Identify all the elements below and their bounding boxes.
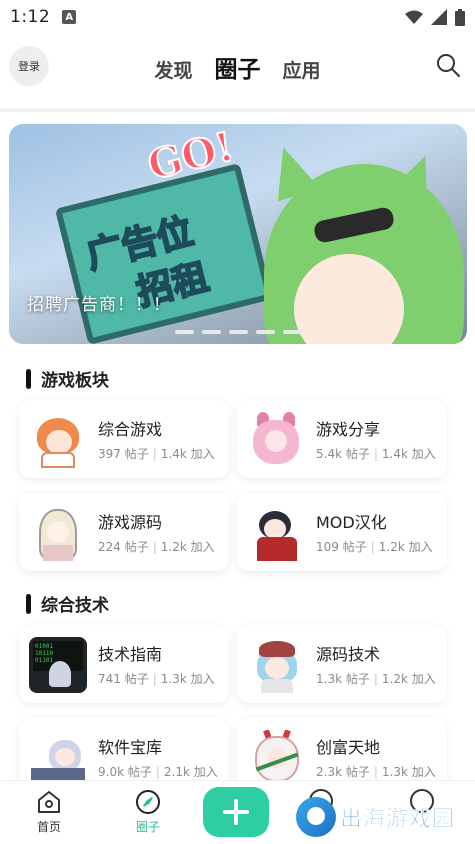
circle-title: MOD汉化 bbox=[316, 513, 387, 532]
circle-avatar bbox=[29, 412, 87, 468]
circle-avatar bbox=[247, 505, 305, 561]
circle-joined: 2.1k 加入 bbox=[163, 765, 218, 779]
circle-title: 软件宝库 bbox=[98, 738, 163, 757]
battery-icon bbox=[455, 8, 465, 26]
status-icons bbox=[405, 8, 465, 26]
circle-joined: 1.2k 加入 bbox=[381, 672, 436, 686]
circle-joined: 1.3k 加入 bbox=[160, 672, 215, 686]
circle-avatar: 01001 10110 01101 bbox=[29, 637, 87, 693]
circle-posts: 9.0k 帖子 bbox=[98, 765, 152, 779]
circle-avatar bbox=[247, 637, 305, 693]
circle-title: 游戏源码 bbox=[98, 513, 163, 532]
app-notification-icon: A bbox=[62, 10, 77, 24]
header-divider bbox=[0, 108, 475, 112]
circle-card[interactable]: 01001 10110 01101 技术指南 741 帖子 | 1.3k 加入 bbox=[19, 625, 229, 703]
nav-home-label: 首页 bbox=[36, 820, 61, 834]
circle-posts: 2.3k 帖子 bbox=[316, 765, 370, 779]
circle-stats: 224 帖子 | 1.2k 加入 bbox=[98, 540, 215, 554]
circle-joined: 1.2k 加入 bbox=[378, 540, 433, 554]
circle-posts: 397 帖子 bbox=[98, 447, 149, 461]
banner-dot[interactable] bbox=[175, 330, 194, 334]
circle-stats: 9.0k 帖子 | 2.1k 加入 bbox=[98, 765, 218, 779]
circle-avatar bbox=[29, 730, 87, 786]
circle-title: 游戏分享 bbox=[316, 420, 381, 439]
section-marker bbox=[26, 593, 31, 614]
section-title-text: 游戏板块 bbox=[41, 371, 109, 391]
tab-discover[interactable]: 发现 bbox=[154, 56, 192, 83]
circle-joined: 1.4k 加入 bbox=[381, 447, 436, 461]
nav-circles[interactable]: 圈子 bbox=[118, 789, 178, 835]
circle-card[interactable]: 综合游戏 397 帖子 | 1.4k 加入 bbox=[19, 400, 229, 478]
create-post-button[interactable] bbox=[203, 787, 269, 837]
banner-page-indicator bbox=[175, 330, 302, 334]
tab-bar: 发现 圈子 应用 bbox=[0, 50, 475, 84]
circle-stats: 1.3k 帖子 | 1.2k 加入 bbox=[316, 672, 436, 686]
circle-posts: 741 帖子 bbox=[98, 672, 149, 686]
circle-title: 综合游戏 bbox=[98, 420, 163, 439]
watermark: 出海游戏园 bbox=[296, 797, 455, 837]
circle-avatar bbox=[247, 730, 305, 786]
cell-signal-icon bbox=[431, 9, 447, 25]
circle-joined: 1.3k 加入 bbox=[381, 765, 436, 779]
banner-sign-go: GO! bbox=[142, 124, 239, 190]
section-title-text: 综合技术 bbox=[41, 596, 109, 616]
section-title-tech: 综合技术 bbox=[26, 591, 109, 616]
banner-dot[interactable] bbox=[256, 330, 275, 334]
circle-joined: 1.4k 加入 bbox=[160, 447, 215, 461]
status-bar: 1:12 A bbox=[0, 0, 475, 34]
compass-icon bbox=[136, 790, 160, 814]
circle-posts: 1.3k 帖子 bbox=[316, 672, 370, 686]
circle-avatar bbox=[247, 412, 305, 468]
circle-title: 创富天地 bbox=[316, 738, 381, 757]
watermark-logo-icon bbox=[296, 797, 336, 837]
status-time: 1:12 bbox=[10, 7, 51, 27]
circle-avatar bbox=[29, 505, 87, 561]
circle-posts: 5.4k 帖子 bbox=[316, 447, 370, 461]
circle-posts: 109 帖子 bbox=[316, 540, 367, 554]
search-icon[interactable] bbox=[435, 52, 461, 78]
tab-circles[interactable]: 圈子 bbox=[215, 50, 261, 84]
circle-stats: 397 帖子 | 1.4k 加入 bbox=[98, 447, 215, 461]
top-nav: 登录 发现 圈子 应用 bbox=[0, 40, 475, 96]
tab-apps[interactable]: 应用 bbox=[283, 56, 321, 83]
wifi-icon bbox=[405, 10, 423, 24]
circle-stats: 2.3k 帖子 | 1.3k 加入 bbox=[316, 765, 436, 779]
circle-joined: 1.2k 加入 bbox=[160, 540, 215, 554]
circle-stats: 5.4k 帖子 | 1.4k 加入 bbox=[316, 447, 436, 461]
nav-circles-label: 圈子 bbox=[135, 820, 160, 834]
banner-sign: 广告位 招租 GO! bbox=[54, 124, 274, 344]
circle-posts: 224 帖子 bbox=[98, 540, 149, 554]
circle-stats: 741 帖子 | 1.3k 加入 bbox=[98, 672, 215, 686]
circle-stats: 109 帖子 | 1.2k 加入 bbox=[316, 540, 433, 554]
circle-card[interactable]: MOD汉化 109 帖子 | 1.2k 加入 bbox=[237, 493, 447, 571]
section-title-games: 游戏板块 bbox=[26, 366, 109, 391]
banner-dot[interactable] bbox=[229, 330, 248, 334]
watermark-text: 出海游戏园 bbox=[340, 807, 456, 833]
promo-banner[interactable]: 广告位 招租 GO! 招聘广告商！！！ bbox=[9, 124, 467, 344]
circle-title: 源码技术 bbox=[316, 645, 381, 664]
plus-icon bbox=[223, 799, 249, 825]
home-icon bbox=[38, 791, 60, 813]
circle-title: 技术指南 bbox=[98, 645, 163, 664]
section-marker bbox=[26, 368, 31, 389]
banner-caption: 招聘广告商！！！ bbox=[27, 295, 171, 315]
circle-card[interactable]: 源码技术 1.3k 帖子 | 1.2k 加入 bbox=[237, 625, 447, 703]
banner-dot[interactable] bbox=[283, 330, 302, 334]
nav-home[interactable]: 首页 bbox=[19, 789, 79, 835]
circle-card[interactable]: 游戏源码 224 帖子 | 1.2k 加入 bbox=[19, 493, 229, 571]
circle-card[interactable]: 游戏分享 5.4k 帖子 | 1.4k 加入 bbox=[237, 400, 447, 478]
banner-dot[interactable] bbox=[202, 330, 221, 334]
